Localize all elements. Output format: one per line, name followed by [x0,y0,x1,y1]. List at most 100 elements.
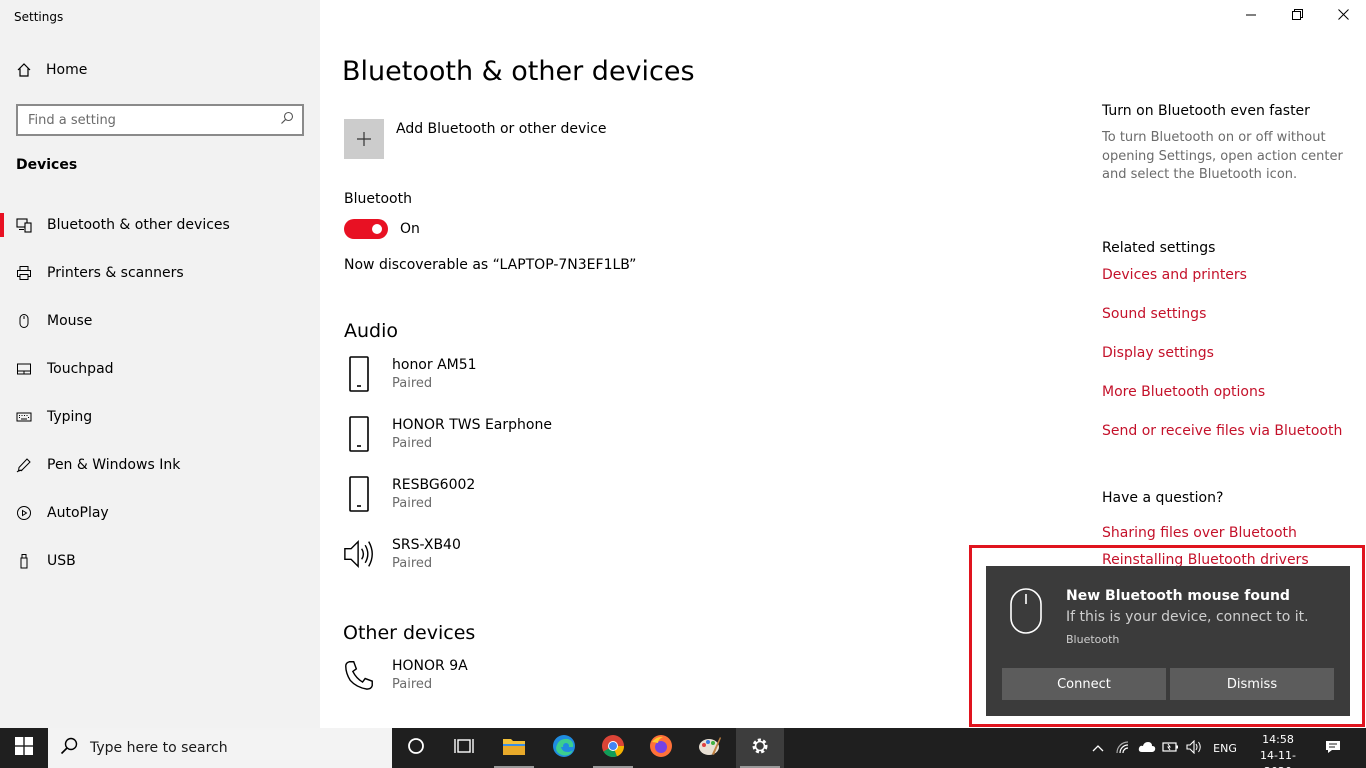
sidebar-item-touchpad[interactable]: Touchpad [0,345,320,393]
sidebar-item-usb[interactable]: USB [0,537,320,585]
firefox-icon [649,734,673,762]
network-button[interactable] [1112,728,1134,768]
device-status: Paired [392,556,433,571]
device-status: Paired [392,436,433,451]
sidebar-item-autoplay[interactable]: AutoPlay [0,489,320,537]
device-item[interactable]: RESBG6002 Paired [344,474,744,514]
link-more-bluetooth-options[interactable]: More Bluetooth options [1102,384,1265,400]
add-device-label: Add Bluetooth or other device [396,121,607,137]
device-status: Paired [392,677,433,692]
restore-icon [1291,8,1303,24]
speaker-icon [344,534,374,574]
input-language-button[interactable]: ENG [1208,728,1242,768]
taskbar-clock[interactable]: 14:58 14-11-2020 [1248,732,1308,768]
link-sharing-files[interactable]: Sharing files over Bluetooth [1102,525,1297,541]
link-display-settings[interactable]: Display settings [1102,345,1214,361]
printer-icon [16,265,32,281]
bluetooth-toggle[interactable] [344,219,388,239]
device-item[interactable]: HONOR TWS Earphone Paired [344,414,744,454]
device-name: RESBG6002 [392,477,476,493]
wifi-icon [1115,740,1131,757]
task-view-button[interactable] [440,728,488,768]
cortana-button[interactable] [392,728,440,768]
bluetooth-toast[interactable]: New Bluetooth mouse found If this is you… [986,566,1350,716]
minimize-icon [1246,8,1256,24]
bluetooth-label: Bluetooth [344,191,412,207]
battery-button[interactable] [1160,728,1182,768]
sidebar-item-printers[interactable]: Printers & scanners [0,249,320,297]
connect-button[interactable]: Connect [1002,668,1166,700]
home-icon [16,62,32,78]
search-icon [60,737,78,759]
telephone-icon [344,655,374,695]
phone-icon [344,354,374,394]
cortana-icon [407,737,425,759]
toast-source: Bluetooth [1066,633,1120,646]
file-explorer-button[interactable] [490,728,538,768]
device-status: Paired [392,496,433,511]
folder-icon [502,736,526,760]
gear-icon [750,736,770,760]
settings-taskbar-button[interactable] [736,728,784,768]
mouse-icon [16,313,32,329]
link-sound-settings[interactable]: Sound settings [1102,306,1206,322]
chrome-button[interactable] [589,728,637,768]
mouse-icon [1010,588,1042,638]
start-button[interactable] [0,728,48,768]
dismiss-button[interactable]: Dismiss [1170,668,1334,700]
show-hidden-icons-button[interactable] [1086,728,1110,768]
toast-title: New Bluetooth mouse found [1066,588,1290,604]
sidebar-item-label: Typing [47,409,93,425]
taskbar-search-box[interactable]: Type here to search [48,728,392,768]
sidebar-item-mouse[interactable]: Mouse [0,297,320,345]
bluetooth-toggle-row: On [344,219,420,239]
edge-button[interactable] [540,728,588,768]
close-button[interactable] [1320,0,1366,32]
device-name: SRS-XB40 [392,537,461,553]
notification-icon [1325,740,1341,757]
sidebar-item-label: AutoPlay [47,505,109,521]
clock-date: 14-11-2020 [1260,749,1296,768]
home-label: Home [46,62,88,78]
page-title: Bluetooth & other devices [342,56,695,87]
volume-button[interactable] [1184,728,1206,768]
clock-time: 14:58 [1262,733,1294,746]
link-devices-and-printers[interactable]: Devices and printers [1102,267,1247,283]
edge-icon [552,734,576,762]
sidebar-nav: Bluetooth & other devices Printers & sca… [0,201,320,585]
windows-icon [15,737,33,759]
device-item[interactable]: HONOR 9A Paired [344,655,744,695]
minimize-button[interactable] [1228,0,1274,32]
device-item[interactable]: SRS-XB40 Paired [344,534,744,574]
find-setting-input[interactable] [28,112,280,128]
device-name: HONOR 9A [392,658,468,674]
device-name: honor AM51 [392,357,477,373]
action-center-button[interactable] [1318,728,1348,768]
plus-icon [344,119,384,159]
firefox-button[interactable] [637,728,685,768]
add-device-button[interactable]: Add Bluetooth or other device [344,119,606,159]
cloud-icon [1138,741,1156,756]
sidebar-item-bluetooth[interactable]: Bluetooth & other devices [0,201,320,249]
autoplay-icon [16,505,32,521]
question-heading: Have a question? [1102,490,1224,506]
onedrive-button[interactable] [1136,728,1158,768]
device-item[interactable]: honor AM51 Paired [344,354,744,394]
sidebar-item-pen[interactable]: Pen & Windows Ink [0,441,320,489]
paint-button[interactable] [686,728,734,768]
tip-text: To turn Bluetooth on or off without open… [1102,130,1343,182]
chevron-up-icon [1092,742,1104,755]
close-icon [1337,8,1349,24]
restore-button[interactable] [1274,0,1320,32]
device-status: Paired [392,376,433,391]
sidebar-item-typing[interactable]: Typing [0,393,320,441]
home-nav-item[interactable]: Home [16,62,87,78]
discoverable-text: Now discoverable as “LAPTOP-7N3EF1LB” [344,257,637,273]
find-setting-search[interactable] [16,104,304,136]
link-send-receive-files[interactable]: Send or receive files via Bluetooth [1102,423,1342,439]
taskbar: Type here to search ENG 14:58 14-11- [0,728,1366,768]
toast-body: If this is your device, connect to it. [1066,609,1309,625]
volume-icon [1186,739,1204,757]
search-icon[interactable] [280,111,294,129]
audio-heading: Audio [344,320,399,342]
